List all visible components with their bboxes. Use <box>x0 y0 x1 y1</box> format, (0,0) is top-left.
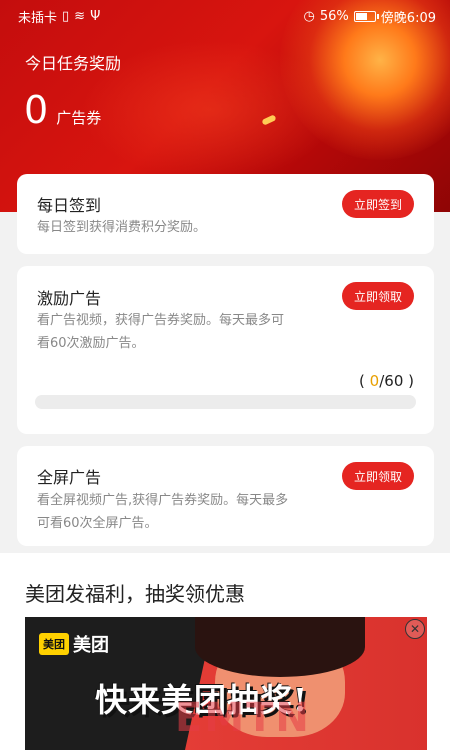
task-card-fullscreen-ad: 全屏广告 看全屏视频广告,获得广告券奖励。每天最多 可看60次全屏广告。 立即领… <box>17 446 434 546</box>
meituan-logo: 美团 美团 <box>39 631 109 657</box>
clock: 傍晚6:09 <box>380 10 436 26</box>
task-card-incentive-ad: 激励广告 看广告视频，获得广告券奖励。每天最多可 看60次激励广告。 立即领取 … <box>17 266 434 434</box>
progress-counter: ( 0/60 ) <box>359 372 414 390</box>
sim-icon: ▯ <box>62 8 70 24</box>
progress-total: /60 <box>379 372 404 390</box>
watermark-text: EMTN <box>175 695 311 741</box>
reward-title: 今日任务奖励 <box>25 54 122 73</box>
claim-incentive-ad-button[interactable]: 立即领取 <box>342 282 414 310</box>
battery-icon <box>353 10 379 22</box>
progress-open: ( <box>359 372 365 390</box>
task-title: 全屏广告 <box>37 468 102 487</box>
claim-fullscreen-ad-button[interactable]: 立即领取 <box>342 462 414 490</box>
status-bar: 未插卡 ▯ ≋ Ψ ◷ 56% 傍晚6:09 <box>0 0 450 32</box>
progress-close: ) <box>408 372 414 390</box>
task-desc-line2: 看60次激励广告。 <box>37 336 145 351</box>
reward-count-unit: 广告券 <box>56 109 102 127</box>
usb-icon: Ψ <box>90 8 101 24</box>
task-title: 每日签到 <box>37 196 102 215</box>
logo-text: 美团 <box>73 635 109 656</box>
task-desc-line2: 可看60次全屏广告。 <box>37 516 158 531</box>
progress-bar <box>35 395 416 409</box>
close-circle-icon[interactable]: ✕ <box>405 619 425 639</box>
alarm-icon: ◷ <box>303 8 315 24</box>
carrier-label: 未插卡 <box>18 10 58 26</box>
progress-current: 0 <box>369 372 380 390</box>
task-desc: 每日签到获得消费积分奖励。 <box>37 220 207 235</box>
promo-title: 美团发福利，抽奖领优惠 <box>25 582 245 606</box>
reward-count-value: 0 <box>24 88 49 132</box>
task-desc-line1: 看全屏视频广告,获得广告券奖励。每天最多 <box>37 493 289 508</box>
battery-percent: 56% <box>319 8 349 24</box>
task-desc-line1: 看广告视频，获得广告券奖励。每天最多可 <box>37 313 285 328</box>
task-title: 激励广告 <box>37 289 102 308</box>
reward-count: 0 广告券 <box>24 88 101 132</box>
wifi-icon: ≋ <box>74 8 86 24</box>
checkin-button[interactable]: 立即签到 <box>342 190 414 218</box>
banner-character-hair <box>195 617 365 677</box>
logo-badge: 美团 <box>39 633 69 655</box>
task-card-checkin: 每日签到 每日签到获得消费积分奖励。 立即签到 <box>17 174 434 254</box>
